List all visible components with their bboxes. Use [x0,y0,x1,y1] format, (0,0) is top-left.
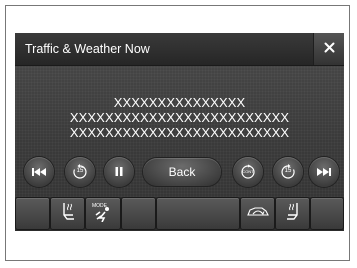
next-track-icon [317,163,331,181]
continuous-label: CONT [242,169,254,174]
skip-forward-15-icon: 15 [279,163,297,181]
bottom-tile-1[interactable] [16,198,49,229]
climate-mode-button[interactable]: MODE [86,198,120,229]
skip-forward-15-label: 15 [284,168,292,174]
bottom-tile-8[interactable] [311,198,343,229]
bottom-bar: MODE [15,197,344,231]
message-line: XXXXXXXXXXXXXXXXXXXXXXXXX [69,125,290,140]
skip-back-15-label: 15 [76,168,84,174]
infotainment-screen: Traffic & Weather Now XXXXXXXXXXXXXXX XX… [15,33,344,231]
previous-track-button[interactable] [24,157,54,187]
skip-back-15-button[interactable]: 15 [65,157,95,187]
bottom-tile-center[interactable] [157,198,239,229]
climate-mode-icon [94,206,112,227]
continuous-icon: CONT [239,163,257,181]
message-line: XXXXXXXXXXXXXXX [113,95,246,110]
continuous-button[interactable]: CONT [233,157,263,187]
bottom-tile-4[interactable] [122,198,155,229]
recirculation-icon [246,205,269,223]
previous-track-icon [32,163,46,181]
skip-forward-15-button[interactable]: 15 [273,157,303,187]
next-track-button[interactable] [309,157,339,187]
seat-heater-icon [60,202,76,225]
playback-controls: 15 Back CONT 15 [15,157,344,187]
close-button[interactable] [313,33,344,65]
recirculation-button[interactable] [241,198,274,229]
pause-button[interactable] [104,157,134,187]
seat-heater-left-button[interactable] [51,198,84,229]
message-body: XXXXXXXXXXXXXXX XXXXXXXXXXXXXXXXXXXXXXXX… [15,95,344,140]
back-button[interactable]: Back [143,158,221,186]
screen-title: Traffic & Weather Now [25,42,150,56]
seat-heater-right-button[interactable] [276,198,309,229]
title-bar: Traffic & Weather Now [15,33,344,66]
pause-icon [115,163,123,181]
message-line: XXXXXXXXXXXXXXXXXXXXXXXXX [69,110,290,125]
mode-label: MODE [92,203,107,209]
seat-heater-icon [285,202,301,225]
skip-back-15-icon: 15 [71,163,89,181]
close-icon [324,40,335,58]
